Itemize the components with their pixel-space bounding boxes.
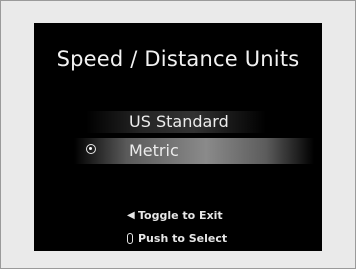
left-triangle-icon: ◀: [127, 210, 135, 221]
display-screen: Speed / Distance Units US Standard Metri…: [34, 23, 322, 251]
radio-selected-icon: [86, 144, 96, 154]
hint-label: Toggle to Exit: [138, 209, 223, 222]
page-title: Speed / Distance Units: [56, 47, 300, 71]
figure-frame: Speed / Distance Units US Standard Metri…: [0, 0, 356, 269]
option-metric[interactable]: Metric: [34, 138, 322, 164]
option-label: Metric: [129, 141, 179, 160]
option-label: US Standard: [129, 112, 229, 131]
selection-highlight: [74, 138, 314, 164]
push-knob-icon: [127, 233, 133, 244]
hint-label: Push to Select: [138, 232, 228, 245]
option-us-standard[interactable]: US Standard: [34, 109, 322, 133]
